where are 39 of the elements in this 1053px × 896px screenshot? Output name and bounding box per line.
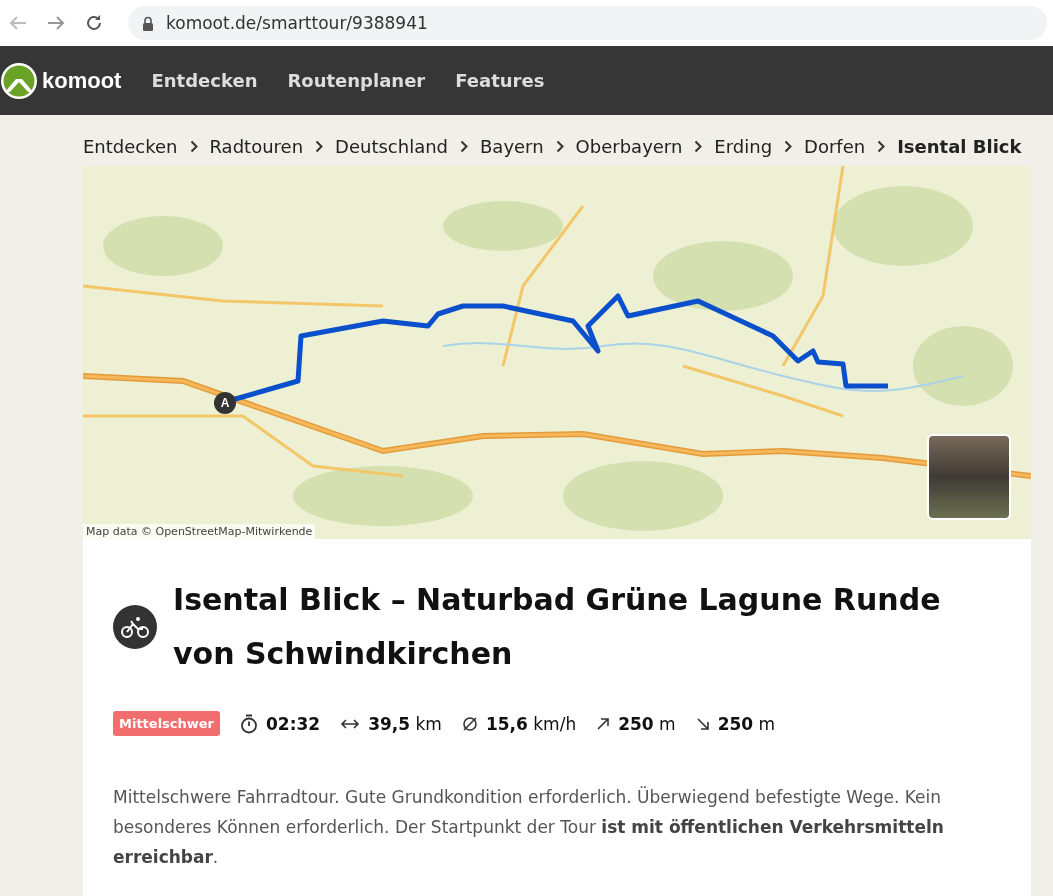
arrow-up-right-icon [596,716,611,731]
stat-value: 39,5 km [368,713,442,734]
chevron-icon [460,139,468,153]
stat-value: 15,6 km/h [485,713,577,734]
breadcrumb-link[interactable]: Radtouren [209,135,304,157]
logo-icon[interactable] [0,61,38,100]
bicycle-icon [113,605,157,649]
stopwatch-icon [240,713,259,734]
arrow-down-right-icon [695,716,710,731]
map-attribution: Map data © OpenStreetMap-Mitwirkende [83,524,316,539]
photo-placeholder[interactable] [927,434,1011,520]
address-bar[interactable]: komoot.de/smarttour/9388941 [128,6,1047,40]
double-arrow-icon [340,716,361,731]
stat-value: 250 m [717,713,776,734]
chevron-icon [784,139,793,153]
breadcrumb-link[interactable]: Entdecken [83,135,178,157]
stat-value: 02:32 [266,713,321,734]
brand-name[interactable]: komoot [42,67,122,94]
tour-description: Mittelschwere Fahrradtour. Gute Grundkondition erforderlich. Überwiegend befestigte Wege. Kein besonderes Können erforderlich. Der Startpunkt der Tour ist mit öffentlichen Verkehrsmitteln erreichbar. [113,785,945,869]
chevron-icon [694,139,703,153]
difficulty-badge: Mittelschwer [113,711,221,736]
chevron-icon [877,139,886,153]
chevron-icon [189,139,198,153]
breadcrumb-link[interactable]: Erding [714,135,773,157]
breadcrumb-link[interactable]: Oberbayern [575,135,683,157]
nav-link[interactable]: Routenplaner [287,70,426,91]
breadcrumb-link[interactable]: Isental Blick [897,135,1022,157]
url-text: komoot.de/smarttour/9388941 [166,13,428,33]
stat-value: 250 m [618,713,676,734]
lock-icon [142,15,154,31]
breadcrumb-link[interactable]: Bayern [480,135,544,157]
nav-link[interactable]: Features [455,70,545,91]
breadcrumb-link[interactable]: Dorfen [804,135,866,157]
breadcrumb-link[interactable]: Deutschland [335,135,448,157]
tour-title: Isental Blick – Naturbad Grüne Lagune Runde von Schwindkirchen [173,581,942,673]
chevron-icon [555,139,564,153]
chevron-icon [315,139,324,153]
average-icon [461,715,478,732]
nav-link[interactable]: Entdecken [151,70,258,91]
